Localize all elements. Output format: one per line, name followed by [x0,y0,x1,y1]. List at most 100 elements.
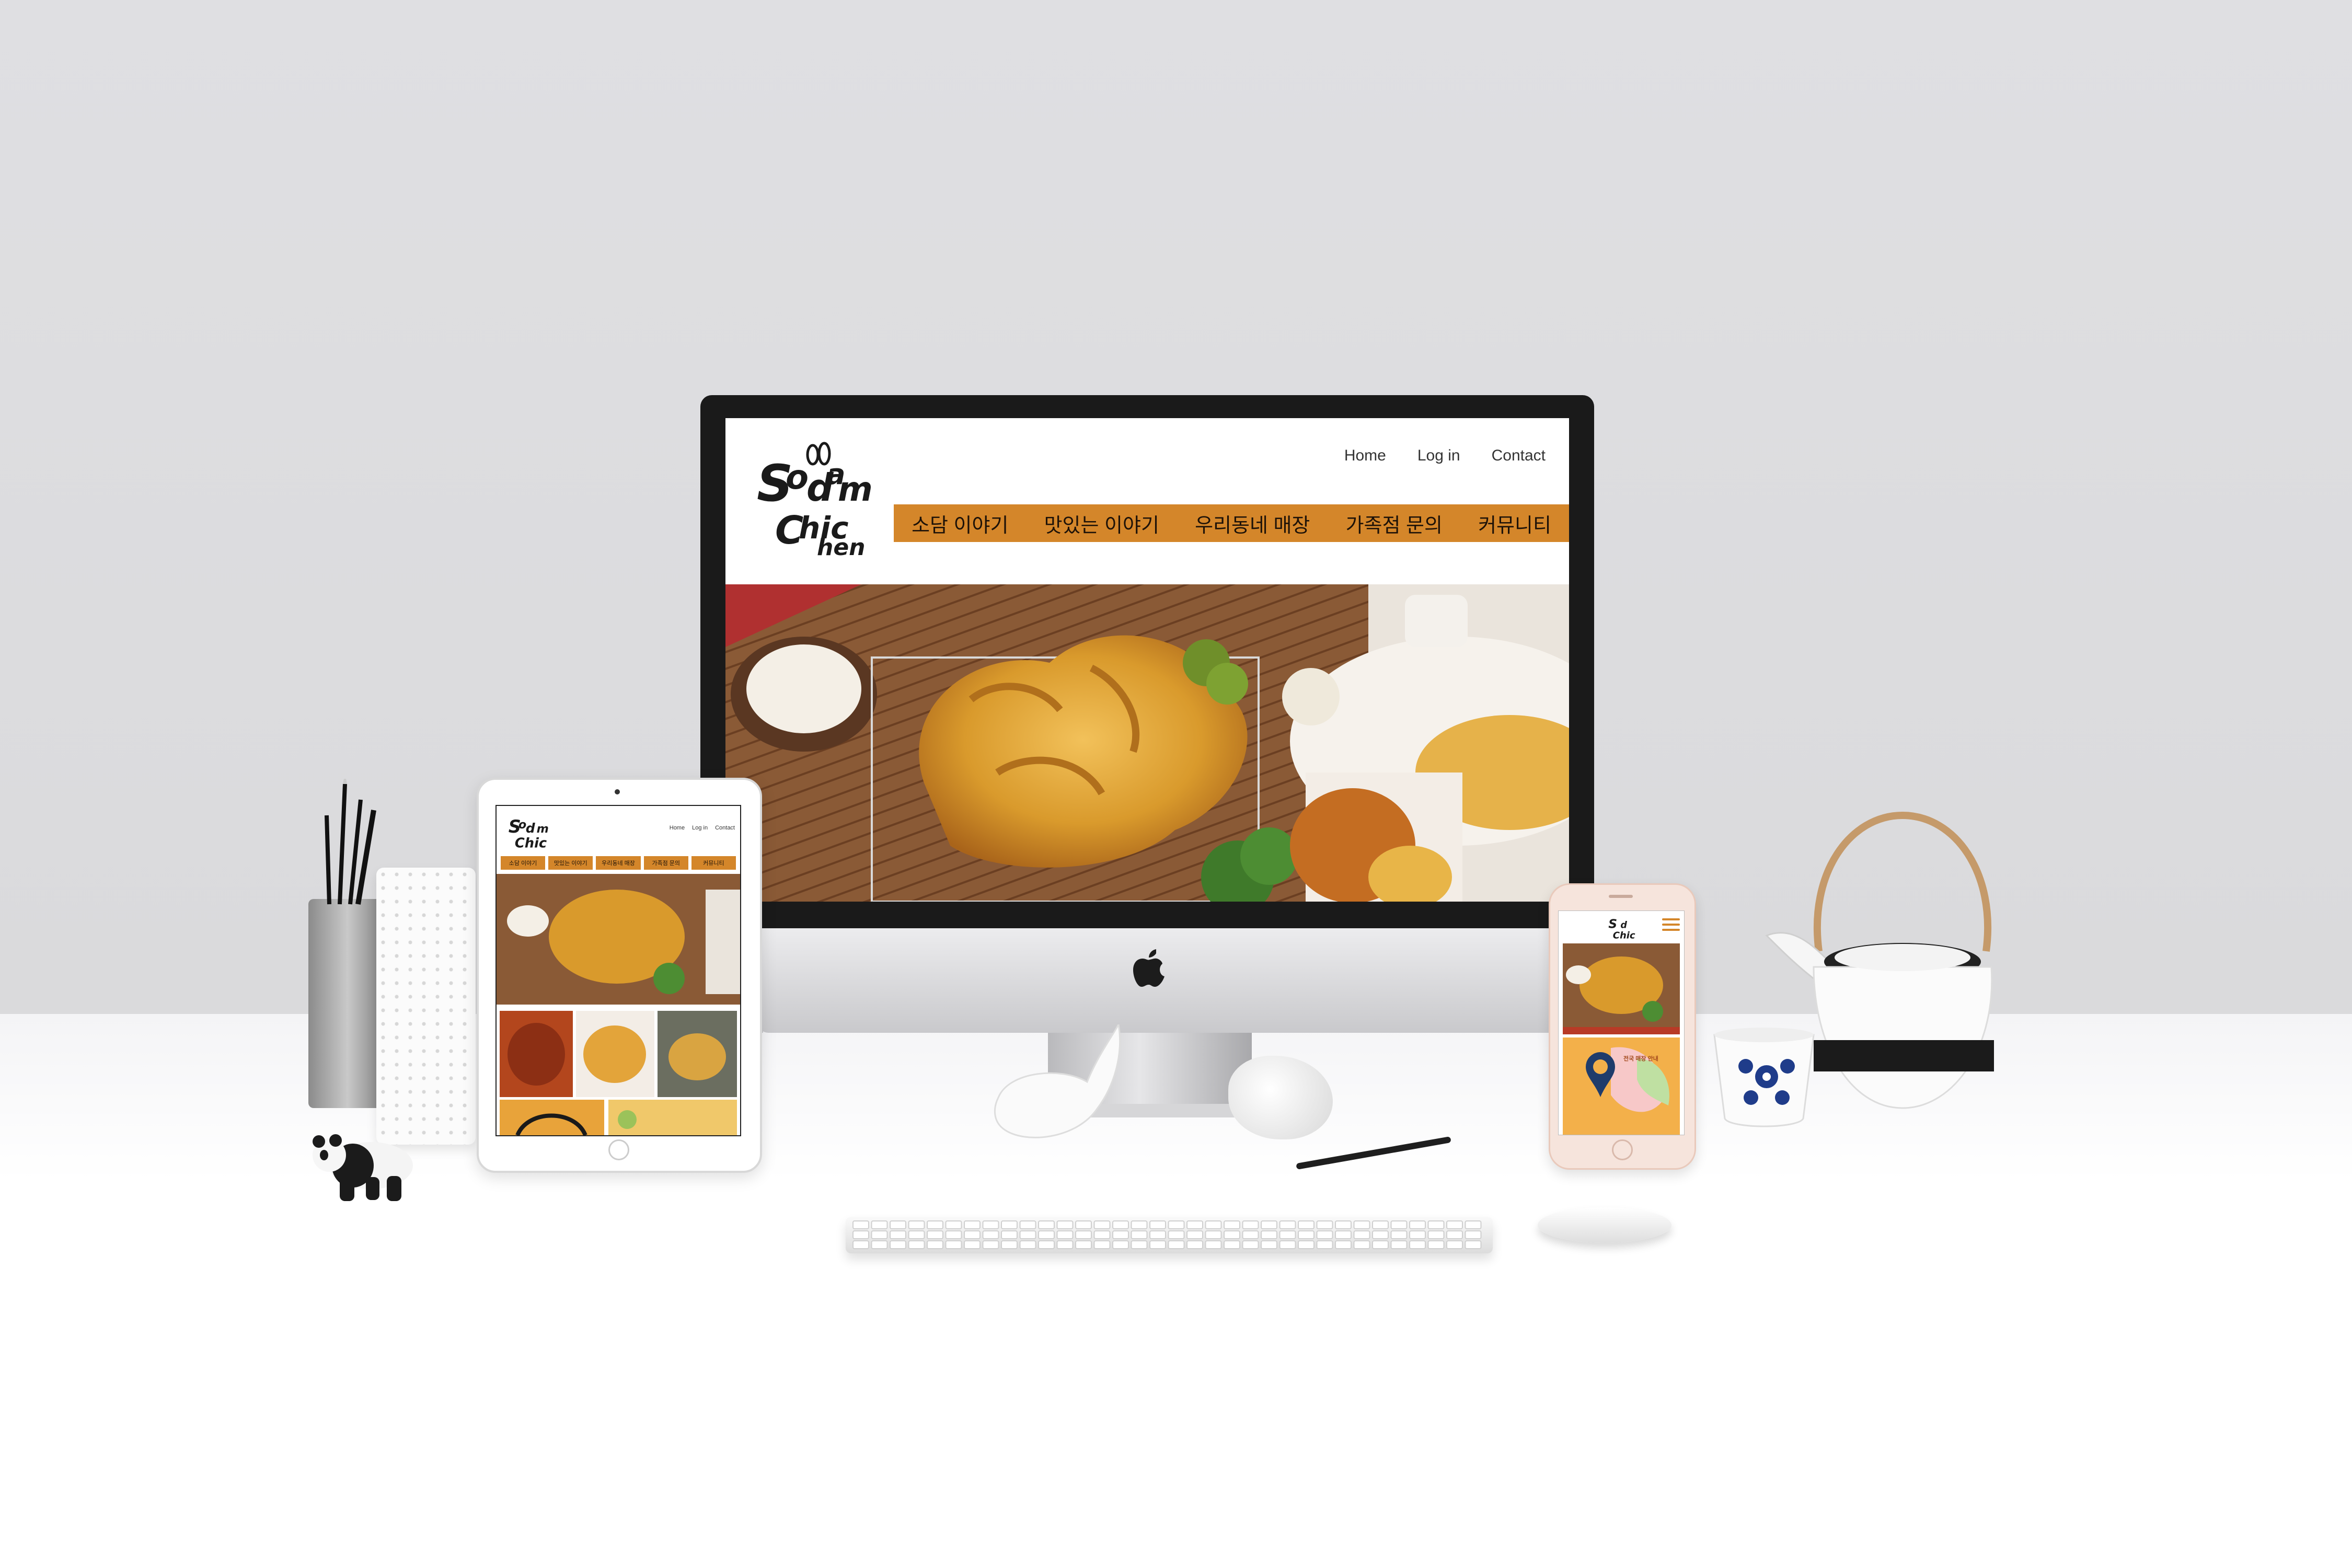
sodam-chicken-logo-small[interactable]: S o d m Chic [505,811,552,853]
nav-contact-link[interactable]: Contact [1492,447,1546,465]
keyboard-key[interactable] [1298,1220,1315,1229]
keyboard-key[interactable] [1446,1240,1463,1249]
keyboard-key[interactable] [1131,1230,1148,1239]
location-pin-icon[interactable] [1585,1051,1616,1098]
keyboard-key[interactable] [1038,1220,1055,1229]
nav-login-link[interactable]: Log in [1417,447,1460,465]
keyboard-key[interactable] [927,1230,943,1239]
keyboard-key[interactable] [1093,1220,1111,1229]
keyboard-key[interactable] [1001,1230,1018,1239]
keyboard-key[interactable] [1409,1240,1426,1249]
keyboard-key[interactable] [1316,1240,1333,1249]
keyboard-key[interactable] [964,1220,981,1229]
keyboard-key[interactable] [1446,1230,1463,1239]
keyboard-key[interactable] [1224,1240,1240,1249]
keyboard-key[interactable] [927,1220,943,1229]
keyboard-key[interactable] [908,1240,925,1249]
nav-home-link[interactable]: Home [1344,447,1386,465]
keyboard-key[interactable] [945,1240,962,1249]
keyboard-key[interactable] [1390,1230,1408,1239]
keyboard-key[interactable] [1131,1220,1148,1229]
keyboard-key[interactable] [1075,1220,1092,1229]
keyboard-key[interactable] [1149,1220,1166,1229]
menu-community[interactable]: 커뮤니티 [1478,509,1551,538]
keyboard-key[interactable] [1242,1220,1259,1229]
keyboard-key[interactable] [1168,1230,1185,1239]
keyboard-key[interactable] [1409,1220,1426,1229]
keyboard-key[interactable] [852,1220,869,1229]
keyboard-key[interactable] [1112,1220,1129,1229]
keyboard-key[interactable] [1390,1240,1408,1249]
menu-local-stores[interactable]: 우리동네 매장 [596,856,641,870]
keyboard-key[interactable] [1186,1220,1203,1229]
keyboard-key[interactable] [1205,1230,1222,1239]
keyboard-key[interactable] [1186,1240,1203,1249]
keyboard-key[interactable] [1446,1220,1463,1229]
keyboard-key[interactable] [1075,1230,1092,1239]
keyboard-key[interactable] [982,1240,999,1249]
keyboard-key[interactable] [1242,1230,1259,1239]
keyboard-key[interactable] [1335,1230,1352,1239]
keyboard-key[interactable] [1112,1240,1129,1249]
keyboard-key[interactable] [1316,1230,1333,1239]
keyboard-key[interactable] [1390,1220,1408,1229]
keyboard-key[interactable] [1279,1230,1296,1239]
keyboard-key[interactable] [1168,1220,1185,1229]
keyboard-key[interactable] [1353,1230,1370,1239]
menu-sodam-story[interactable]: 소담 이야기 [501,856,546,870]
keyboard-key[interactable] [964,1240,981,1249]
keyboard-key[interactable] [1465,1240,1482,1249]
keyboard-key[interactable] [890,1220,906,1229]
keyboard-key[interactable] [1019,1230,1036,1239]
keyboard-key[interactable] [982,1230,999,1239]
keyboard-key[interactable] [1353,1240,1370,1249]
keyboard-key[interactable] [1372,1240,1389,1249]
nav-login-link[interactable]: Log in [692,825,708,831]
keyboard-key[interactable] [1038,1230,1055,1239]
menu-franchise-inquiry[interactable]: 가족점 문의 [1346,509,1443,538]
keyboard[interactable] [846,1217,1493,1253]
keyboard-key[interactable] [1298,1230,1315,1239]
keyboard-key[interactable] [1149,1240,1166,1249]
nav-home-link[interactable]: Home [670,825,685,831]
keyboard-key[interactable] [1205,1240,1222,1249]
keyboard-key[interactable] [1298,1240,1315,1249]
menu-delicious-story[interactable]: 맛있는 이야기 [548,856,593,870]
keyboard-key[interactable] [1372,1230,1389,1239]
keyboard-key[interactable] [1149,1230,1166,1239]
keyboard-key[interactable] [908,1230,925,1239]
keyboard-key[interactable] [1093,1240,1111,1249]
keyboard-key[interactable] [945,1230,962,1239]
keyboard-key[interactable] [1168,1240,1185,1249]
menu-community[interactable]: 커뮤니티 [691,856,736,870]
keyboard-key[interactable] [1465,1230,1482,1239]
keyboard-key[interactable] [1316,1220,1333,1229]
keyboard-key[interactable] [945,1220,962,1229]
keyboard-key[interactable] [1205,1220,1222,1229]
keyboard-key[interactable] [1409,1230,1426,1239]
sodam-chicken-logo-mobile[interactable]: S d Chic [1607,913,1638,942]
keyboard-key[interactable] [1261,1220,1277,1229]
keyboard-key[interactable] [890,1230,906,1239]
keyboard-key[interactable] [964,1230,981,1239]
keyboard-key[interactable] [871,1230,888,1239]
keyboard-key[interactable] [1224,1220,1240,1229]
keyboard-key[interactable] [1019,1240,1036,1249]
keyboard-key[interactable] [852,1230,869,1239]
keyboard-key[interactable] [1112,1230,1129,1239]
keyboard-key[interactable] [1335,1240,1352,1249]
keyboard-key[interactable] [1279,1220,1296,1229]
hamburger-menu-icon[interactable] [1662,918,1680,932]
keyboard-key[interactable] [1038,1240,1055,1249]
sodam-chicken-logo[interactable]: S o d a m C hic hen [754,439,874,559]
keyboard-key[interactable] [1335,1220,1352,1229]
keyboard-key[interactable] [1427,1230,1445,1239]
keyboard-key[interactable] [852,1240,869,1249]
keyboard-key[interactable] [1261,1240,1277,1249]
keyboard-key[interactable] [871,1220,888,1229]
menu-franchise-inquiry[interactable]: 가족점 문의 [643,856,688,870]
keyboard-key[interactable] [1056,1240,1074,1249]
nav-contact-link[interactable]: Contact [715,825,735,831]
keyboard-key[interactable] [1224,1230,1240,1239]
keyboard-key[interactable] [1186,1230,1203,1239]
